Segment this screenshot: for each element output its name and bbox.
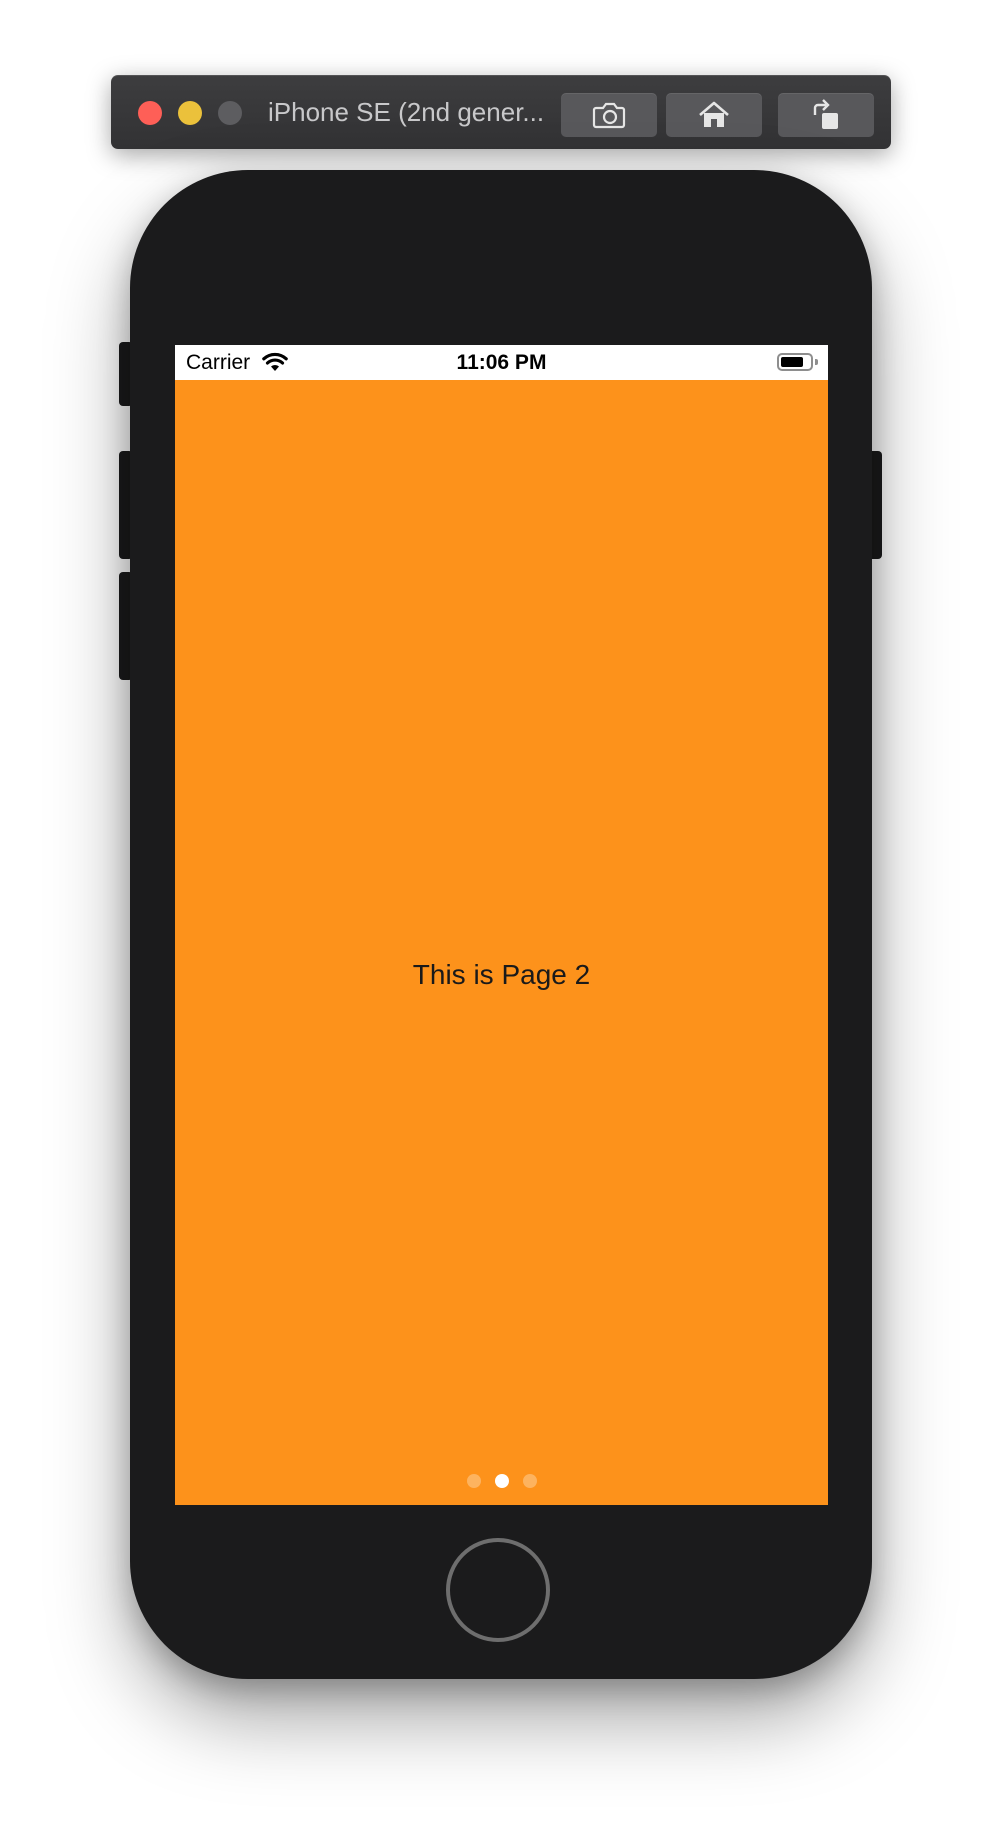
page-control[interactable] [175,1474,828,1488]
screenshot-button[interactable] [561,93,657,137]
home-button[interactable] [446,1538,550,1642]
page-dot-1[interactable] [466,1474,481,1488]
simulator-toolbar: iPhone SE (2nd gener... [111,75,891,149]
battery-cap [815,359,818,365]
battery-icon [777,353,813,371]
home-toolbar-button[interactable] [666,93,762,137]
zoom-window-button[interactable] [218,101,242,125]
rotate-icon [813,99,838,129]
status-time: 11:06 PM [456,351,547,374]
status-bar: Carrier 11:06 PM [175,345,828,380]
page-view[interactable]: This is Page 2 [175,380,828,1505]
rotate-button[interactable] [778,93,874,137]
page-dot-2[interactable] [494,1474,509,1488]
device-screen: Carrier 11:06 PM This is Page 2 [175,345,828,1505]
page-dot-3[interactable] [522,1474,537,1488]
close-window-button[interactable] [138,101,162,125]
page-label: This is Page 2 [412,959,591,990]
home-icon [699,101,729,127]
simulator-title: iPhone SE (2nd gener... [268,97,545,127]
battery-level-fill [781,357,803,367]
camera-icon [592,102,626,129]
minimize-window-button[interactable] [178,101,202,125]
simulator-stage: iPhone SE (2nd gener... Carrier 11:06 PM… [0,0,1002,1828]
